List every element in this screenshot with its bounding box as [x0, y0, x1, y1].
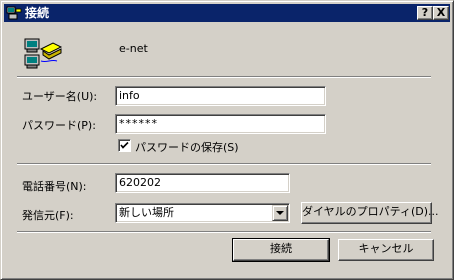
connection-name: e-net [119, 42, 148, 55]
dial-from-select[interactable]: 新しい場所 [115, 203, 290, 223]
username-field[interactable]: info [115, 86, 326, 106]
checkmark-icon [120, 141, 129, 149]
close-button[interactable]: X [433, 6, 449, 20]
title-bar[interactable]: 接続 ? X [4, 4, 450, 22]
username-label: ユーザー名(U): [22, 90, 98, 103]
dialup-icon [6, 6, 22, 20]
separator [17, 76, 431, 78]
dial-from-value: 新しい場所 [119, 206, 174, 219]
dial-from-label: 発信元(F): [22, 209, 74, 222]
separator [17, 163, 431, 165]
password-field[interactable]: ****** [115, 114, 326, 134]
save-password-label[interactable]: パスワードの保存(S) [135, 139, 239, 155]
window-title: 接続 [25, 6, 50, 20]
password-label: パスワード(P): [22, 119, 96, 132]
help-button[interactable]: ? [417, 6, 433, 20]
separator [17, 231, 431, 233]
save-password-checkbox[interactable] [118, 139, 131, 152]
connect-button[interactable]: 接続 [232, 238, 330, 262]
chevron-down-icon[interactable] [272, 205, 288, 221]
phone-number-field[interactable]: 620202 [115, 173, 290, 193]
phone-label: 電話番号(N): [22, 180, 87, 193]
cancel-button[interactable]: キャンセル [338, 239, 434, 261]
dialing-properties-button[interactable]: ダイヤルのプロパティ(D)... [301, 202, 439, 224]
connect-dialog: 接続 ? X e-net ユーザー名(U): info パスワード(P): **… [0, 0, 454, 280]
computer-phone-icon [24, 38, 63, 69]
